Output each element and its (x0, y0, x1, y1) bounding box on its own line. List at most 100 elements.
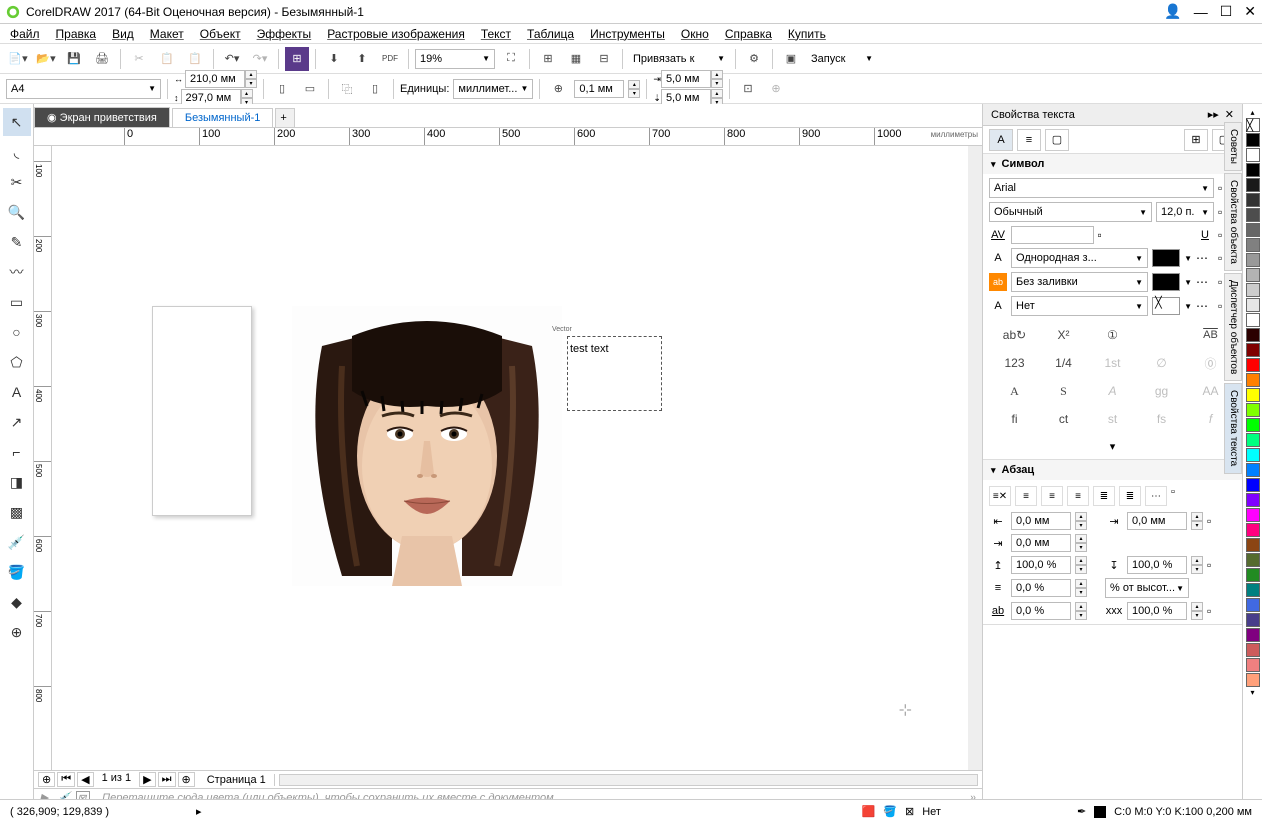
indent-right-input[interactable] (1127, 512, 1187, 530)
palette-swatch[interactable] (1246, 238, 1260, 252)
all-pages-button[interactable]: ⿻ (335, 77, 359, 101)
artistic-media-tool[interactable]: 〰 (3, 258, 31, 286)
palette-swatch[interactable] (1246, 493, 1260, 507)
palette-swatch[interactable] (1246, 613, 1260, 627)
width-down[interactable]: ▾ (245, 79, 257, 88)
width-up[interactable]: ▴ (245, 70, 257, 79)
palette-swatch[interactable] (1246, 223, 1260, 237)
save-button[interactable]: 💾 (62, 47, 86, 71)
text-tool[interactable]: A (3, 378, 31, 406)
freehand-tool[interactable]: ✎ (3, 228, 31, 256)
guides-button[interactable]: ⊟ (592, 47, 616, 71)
docker-object-manager[interactable]: Диспетчер объектов (1224, 273, 1242, 381)
no-fill-swatch[interactable]: ╳ (1246, 118, 1260, 132)
grid-button[interactable]: ▦ (564, 47, 588, 71)
fill-type-dropdown[interactable]: Однородная з...▼ (1011, 248, 1148, 268)
tab-paragraph[interactable]: ≡ (1017, 129, 1041, 151)
menu-object[interactable]: Объект (200, 27, 241, 41)
align-none[interactable]: ≡✕ (989, 486, 1011, 506)
docker-object-props[interactable]: Свойства объекта (1224, 173, 1242, 271)
tab-welcome[interactable]: ◉ Экран приветствия (34, 107, 170, 127)
palette-swatch[interactable] (1246, 643, 1260, 657)
palette-swatch[interactable] (1246, 373, 1260, 387)
palette-swatch[interactable] (1246, 583, 1260, 597)
menu-help[interactable]: Справка (725, 27, 772, 41)
outline-pen-icon[interactable]: ✒ (1077, 805, 1086, 818)
snap-dropdown[interactable]: Привязать к▼ (629, 49, 729, 69)
space-after-input[interactable] (1127, 556, 1187, 574)
rulers-button[interactable]: ⊞ (536, 47, 560, 71)
rectangle-tool[interactable]: ▭ (3, 288, 31, 316)
docker-hints[interactable]: Советы (1224, 122, 1242, 171)
export-button[interactable]: ⬆ (350, 47, 374, 71)
palette-swatch[interactable] (1246, 343, 1260, 357)
interactive-fill-tool[interactable]: 🪣 (3, 558, 31, 586)
landscape-button[interactable]: ▭ (298, 77, 322, 101)
palette-swatch[interactable] (1246, 208, 1260, 222)
menu-effects[interactable]: Эффекты (257, 27, 312, 41)
status-arrow-icon[interactable]: ▸ (196, 805, 202, 818)
palette-swatch[interactable] (1246, 448, 1260, 462)
options-button[interactable]: ⚙ (742, 47, 766, 71)
palette-swatch[interactable] (1246, 328, 1260, 342)
pdf-button[interactable]: PDF (378, 47, 402, 71)
outline-menu-icon[interactable]: ⋯ (1196, 299, 1214, 313)
fill-swatch-icon[interactable]: 🪣 (883, 805, 897, 818)
crop-tool[interactable]: ✂ (3, 168, 31, 196)
palette-swatch[interactable] (1246, 313, 1260, 327)
signin-icon[interactable]: 👤 (1164, 3, 1181, 20)
typo-fs[interactable]: fs (1140, 408, 1183, 430)
close-button[interactable]: ✕ (1244, 3, 1256, 20)
palette-swatch[interactable] (1246, 403, 1260, 417)
import-button[interactable]: ⬇ (322, 47, 346, 71)
bg-fill-dropdown[interactable]: Без заливки▼ (1011, 272, 1148, 292)
bg-menu-icon[interactable]: ⋯ (1196, 275, 1214, 289)
page-width-input[interactable] (185, 70, 245, 88)
palette-swatch[interactable] (1246, 433, 1260, 447)
palette-swatch[interactable] (1246, 418, 1260, 432)
dup-x-input[interactable] (661, 70, 711, 88)
fill-menu-icon[interactable]: ⋯ (1196, 251, 1214, 265)
nudge-input[interactable] (574, 80, 624, 98)
palette-swatch[interactable] (1246, 283, 1260, 297)
open-button[interactable]: 📂▾ (34, 47, 58, 71)
word-spacing-input[interactable] (1127, 602, 1187, 620)
menu-view[interactable]: Вид (112, 27, 134, 41)
indent-first-input[interactable] (1011, 534, 1071, 552)
space-before-input[interactable] (1011, 556, 1071, 574)
units-dropdown[interactable]: миллимет...▼ (453, 79, 533, 99)
palette-swatch[interactable] (1246, 148, 1260, 162)
black-swatch[interactable] (1246, 133, 1260, 147)
tab-character[interactable]: A (989, 129, 1013, 151)
underline-icon[interactable]: U (1196, 226, 1214, 244)
parallel-dim-tool[interactable]: ↗ (3, 408, 31, 436)
menu-bitmaps[interactable]: Растровые изображения (327, 27, 465, 41)
palette-swatch[interactable] (1246, 538, 1260, 552)
align-menu[interactable]: ⋯ (1145, 486, 1167, 506)
tab-new[interactable]: + (275, 108, 295, 127)
align-center[interactable]: ≡ (1041, 486, 1063, 506)
palette-swatch[interactable] (1246, 388, 1260, 402)
page-prev-button[interactable]: ◀ (77, 772, 93, 787)
palette-down-icon[interactable]: ▾ (1250, 688, 1254, 697)
typo-stylistic-s[interactable]: S (1042, 380, 1085, 402)
tab-frame[interactable]: ▢ (1045, 129, 1069, 151)
zoom-dropdown[interactable]: 19%▼ (415, 49, 495, 69)
docker-text-props[interactable]: Свойства текста (1224, 383, 1242, 473)
line-unit-dropdown[interactable]: % от высот...▼ (1105, 578, 1189, 598)
placed-image[interactable] (292, 306, 562, 586)
typo-position[interactable]: ① (1091, 324, 1134, 346)
treat-as-button[interactable]: ⊡ (736, 77, 760, 101)
typo-123[interactable]: 123 (993, 352, 1036, 374)
typo-ct[interactable]: ct (1042, 408, 1085, 430)
menu-edit[interactable]: Правка (56, 27, 97, 41)
color-proof-icon[interactable]: 🟥 (862, 805, 876, 818)
ruler-vertical[interactable]: 100 200 300 400 500 600 700 800 (34, 146, 52, 770)
typo-fi[interactable]: fi (993, 408, 1036, 430)
redo-button[interactable]: ↷▾ (248, 47, 272, 71)
menu-layout[interactable]: Макет (150, 27, 184, 41)
align-right[interactable]: ≡ (1067, 486, 1089, 506)
palette-swatch[interactable] (1246, 298, 1260, 312)
page-last-button[interactable]: ⏭ (158, 772, 176, 787)
typo-slashed-zero[interactable]: ∅ (1140, 352, 1183, 374)
